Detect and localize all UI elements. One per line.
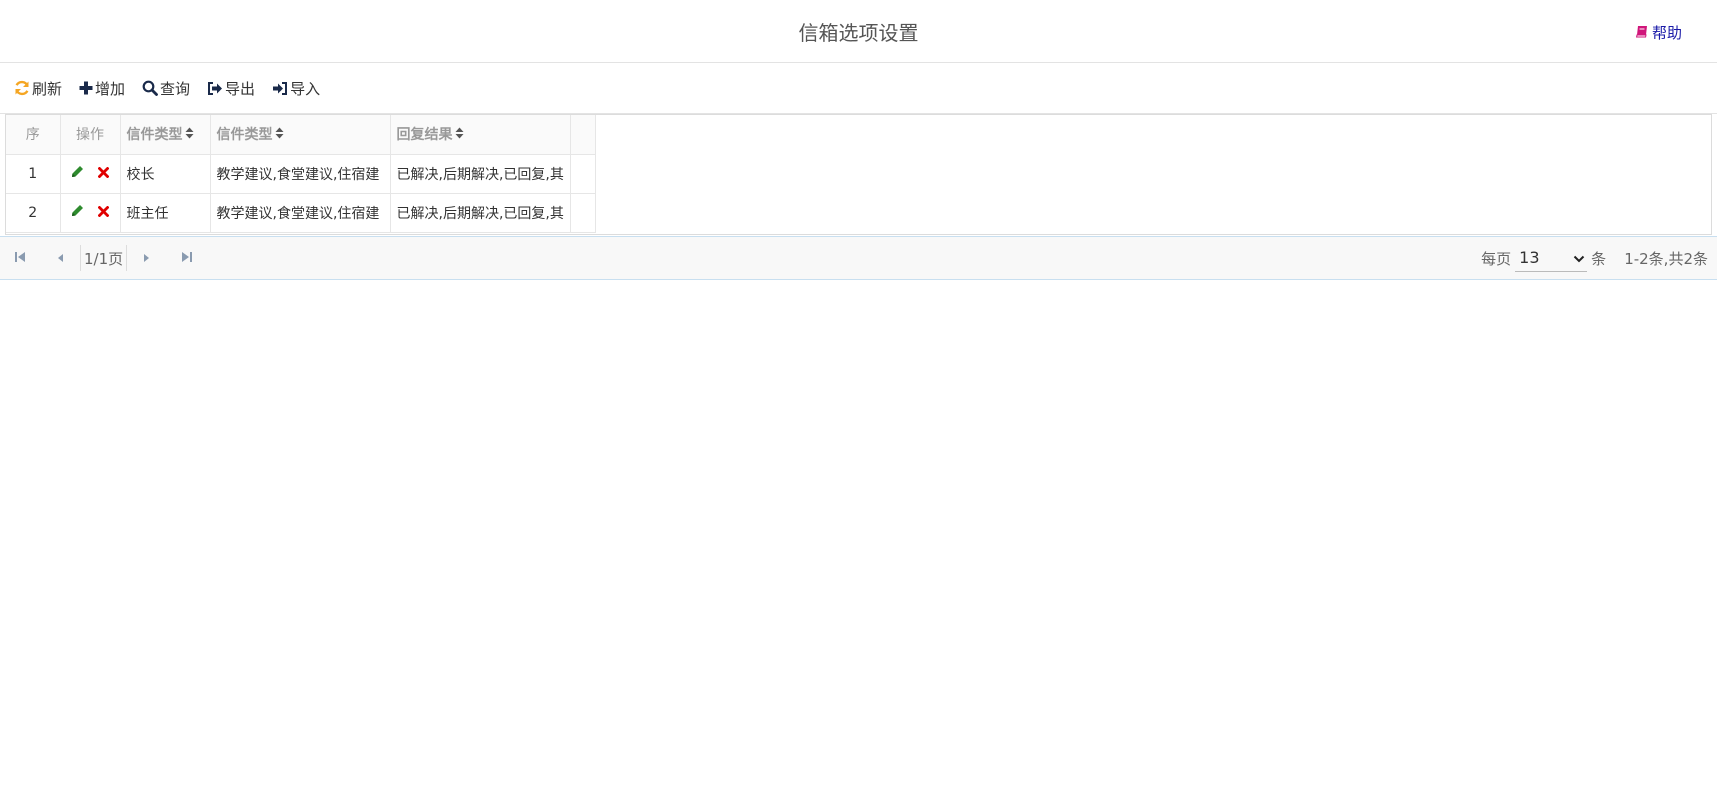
prev-page-button[interactable] [40, 249, 80, 267]
page-info: 1/1页 [80, 245, 128, 271]
query-label: 查询 [160, 79, 191, 98]
last-page-icon [181, 249, 193, 267]
last-page-button[interactable] [167, 249, 207, 267]
chevron-down-icon [1573, 248, 1585, 267]
column-header-label: 信件类型 [126, 127, 183, 144]
sort-icon [455, 127, 464, 143]
page-title: 信箱选项设置 [798, 21, 919, 45]
pager: 1/1页 每页 13 条 1-2条,共2条 [0, 236, 1717, 280]
grid-header-row: 序 操作 信件类型 信件类型 回复结果 [6, 115, 596, 155]
book-icon [1635, 24, 1649, 42]
grid-table: 序 操作 信件类型 信件类型 回复结果 1 校长 教学建议,食堂建议,住宿建 已… [6, 115, 596, 233]
import-label: 导入 [290, 79, 321, 98]
search-icon [142, 80, 158, 96]
column-header-reply-result[interactable]: 回复结果 [390, 115, 571, 155]
row-ops [60, 193, 121, 233]
caret-left-icon [56, 249, 64, 267]
import-button[interactable]: 导入 [272, 78, 320, 99]
sign-out-icon [207, 81, 223, 96]
add-button[interactable]: 增加 [79, 78, 125, 99]
per-page-suffix: 条 [1591, 249, 1607, 268]
per-page-select[interactable]: 13 [1515, 244, 1588, 272]
column-header-label: 信件类型 [216, 127, 273, 144]
row-filler [570, 154, 596, 194]
pager-right: 每页 13 条 1-2条,共2条 [1481, 244, 1717, 272]
first-page-button[interactable] [0, 249, 40, 267]
edit-pencil-icon[interactable] [71, 165, 84, 182]
row-letter-types: 教学建议,食堂建议,住宿建 [210, 193, 391, 233]
export-button[interactable]: 导出 [207, 78, 255, 99]
row-reply-result: 已解决,后期解决,已回复,其 [390, 193, 571, 233]
caret-right-icon [143, 249, 151, 267]
header: 信箱选项设置 帮助 [0, 0, 1717, 63]
delete-x-icon[interactable] [97, 205, 110, 221]
per-page-value: 13 [1519, 248, 1540, 267]
plus-icon [79, 81, 93, 95]
delete-x-icon[interactable] [97, 166, 110, 182]
help-label: 帮助 [1651, 24, 1682, 42]
query-button[interactable]: 查询 [142, 78, 190, 99]
row-seq: 2 [6, 193, 61, 233]
column-header-letter-types[interactable]: 信件类型 [210, 115, 391, 155]
row-seq: 1 [6, 154, 61, 194]
row-letter-type: 校长 [120, 154, 211, 194]
column-header-ops: 操作 [60, 115, 121, 155]
column-header-filler [570, 115, 596, 155]
column-header-letter-type[interactable]: 信件类型 [120, 115, 211, 155]
toolbar: 刷新 增加 查询 导出 导入 [0, 63, 1717, 114]
next-page-button[interactable] [127, 249, 167, 267]
row-letter-type: 班主任 [120, 193, 211, 233]
row-ops [60, 154, 121, 194]
refresh-label: 刷新 [32, 79, 63, 98]
sort-icon [275, 127, 284, 143]
data-grid: 序 操作 信件类型 信件类型 回复结果 1 校长 教学建议,食堂建议,住宿建 已… [5, 114, 1712, 235]
export-label: 导出 [225, 79, 256, 98]
add-label: 增加 [95, 79, 126, 98]
column-header-label: 回复结果 [396, 127, 453, 144]
row-reply-result: 已解决,后期解决,已回复,其 [390, 154, 571, 194]
first-page-icon [14, 249, 26, 267]
per-page-prefix: 每页 [1481, 249, 1512, 268]
refresh-icon [14, 80, 30, 96]
edit-pencil-icon[interactable] [71, 204, 84, 221]
total-info: 1-2条,共2条 [1624, 249, 1708, 268]
sort-icon [185, 127, 194, 143]
column-header-seq: 序 [6, 115, 61, 155]
refresh-button[interactable]: 刷新 [14, 78, 62, 99]
row-letter-types: 教学建议,食堂建议,住宿建 [210, 154, 391, 194]
table-row: 1 校长 教学建议,食堂建议,住宿建 已解决,后期解决,已回复,其 [6, 154, 596, 194]
table-row: 2 班主任 教学建议,食堂建议,住宿建 已解决,后期解决,已回复,其 [6, 193, 596, 233]
row-filler [570, 193, 596, 233]
help-link[interactable]: 帮助 [1635, 22, 1682, 43]
sign-in-icon [272, 81, 288, 96]
